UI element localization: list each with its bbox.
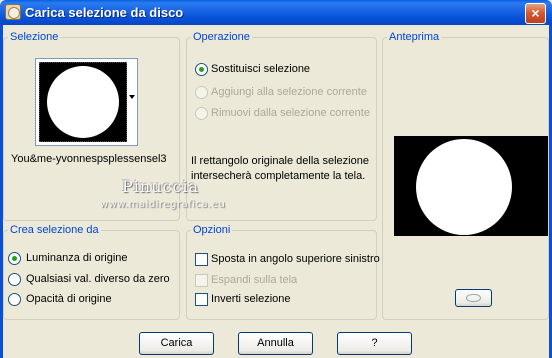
thumbnail-circle bbox=[47, 66, 119, 138]
preview-image bbox=[394, 136, 548, 236]
crea-selezione-group: Crea selezione da bbox=[3, 224, 180, 320]
close-button[interactable]: × bbox=[525, 3, 546, 24]
operazione-legend: Operazione bbox=[193, 31, 250, 43]
info-text-line2: intersecherà completamente la tela. bbox=[191, 170, 366, 182]
selezione-legend: Selezione bbox=[10, 31, 59, 43]
radio-aggiungi-label[interactable]: Aggiungi alla selezione corrente bbox=[211, 86, 367, 98]
radio-opacita[interactable] bbox=[8, 293, 21, 306]
radio-opacita-label[interactable]: Opacità di origine bbox=[26, 293, 112, 305]
radio-sostituisci[interactable] bbox=[195, 63, 208, 76]
radio-aggiungi[interactable] bbox=[195, 86, 208, 99]
operazione-group: Operazione bbox=[186, 31, 377, 221]
checkbox-sposta-label[interactable]: Sposta in angolo superiore sinistro bbox=[211, 253, 380, 265]
crea-selezione-legend: Crea selezione da bbox=[10, 224, 99, 236]
window-title: Carica selezione da disco bbox=[25, 5, 184, 20]
checkbox-espandi[interactable] bbox=[195, 274, 208, 287]
radio-luminanza[interactable] bbox=[8, 252, 21, 265]
help-button[interactable]: ? bbox=[337, 332, 412, 355]
selection-thumbnail bbox=[39, 62, 127, 142]
anteprima-legend: Anteprima bbox=[389, 31, 440, 43]
checkbox-inverti-label[interactable]: Inverti selezione bbox=[211, 293, 291, 305]
opzioni-legend: Opzioni bbox=[193, 224, 231, 236]
checkbox-espandi-label[interactable]: Espandi sulla tela bbox=[211, 274, 297, 286]
radio-rimuovi[interactable] bbox=[195, 107, 208, 120]
info-text-line1: Il rettangolo originale della selezione bbox=[191, 155, 369, 167]
radio-rimuovi-label[interactable]: Rimuovi dalla selezione corrente bbox=[211, 107, 370, 119]
watermark-url: www.maidiregrafica.eu bbox=[100, 199, 226, 210]
annulla-button[interactable]: Annulla bbox=[238, 332, 313, 355]
radio-luminanza-label[interactable]: Luminanza di origine bbox=[26, 252, 128, 264]
selection-file-name: You&me-yvonnespsplessensel3 bbox=[11, 153, 167, 165]
app-icon bbox=[5, 4, 21, 20]
radio-qualsiasi-label[interactable]: Qualsiasi val. diverso da zero bbox=[26, 273, 170, 285]
checkbox-sposta[interactable] bbox=[195, 253, 208, 266]
radio-qualsiasi[interactable] bbox=[8, 273, 21, 286]
radio-sostituisci-label[interactable]: Sostituisci selezione bbox=[211, 63, 310, 75]
title-bar: Carica selezione da disco × bbox=[0, 0, 552, 25]
preview-circle bbox=[416, 139, 512, 235]
carica-button[interactable]: Carica bbox=[139, 332, 214, 355]
checkbox-inverti[interactable] bbox=[195, 293, 208, 306]
watermark-name: Pinuccia bbox=[122, 177, 200, 196]
opzioni-group: Opzioni bbox=[186, 224, 377, 320]
dropdown-arrow-icon bbox=[129, 95, 135, 99]
selection-thumbnail-dropdown[interactable] bbox=[35, 58, 138, 146]
preview-eye-button[interactable] bbox=[455, 289, 492, 307]
